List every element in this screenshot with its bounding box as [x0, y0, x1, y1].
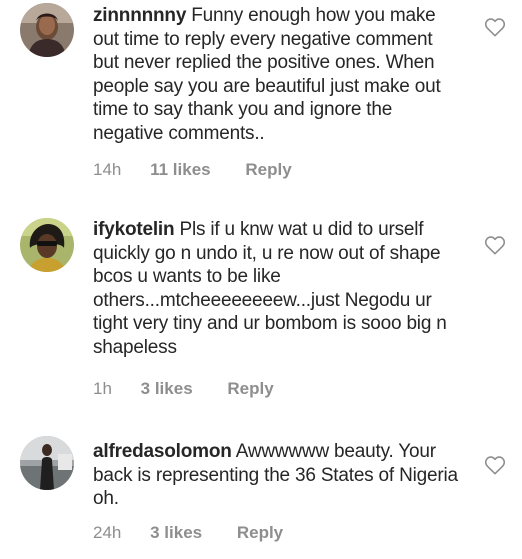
- comment-meta: 14h 11 likes Reply: [93, 160, 292, 180]
- avatar[interactable]: [20, 218, 74, 272]
- comment-time: 24h: [93, 523, 122, 542]
- avatar-image: [20, 436, 74, 490]
- comment-time: 1h: [93, 379, 112, 398]
- comment-body: alfredasolomon Awwwwww beauty. Your back…: [93, 440, 461, 511]
- reply-button[interactable]: Reply: [245, 160, 291, 180]
- comment-time: 14h: [93, 160, 122, 179]
- heart-outline-icon[interactable]: [484, 455, 506, 475]
- comment-username[interactable]: ifykotelin: [93, 219, 175, 240]
- heart-outline-icon[interactable]: [484, 235, 506, 255]
- comment-username[interactable]: alfredasolomon: [93, 441, 232, 462]
- avatar-image: [20, 218, 74, 272]
- avatar[interactable]: [20, 3, 74, 57]
- comment-meta: 1h 3 likes Reply: [93, 379, 274, 399]
- comment-likes[interactable]: 3 likes: [150, 523, 202, 543]
- avatar-image: [20, 3, 74, 57]
- comment-likes[interactable]: 3 likes: [141, 379, 193, 399]
- comment-body: ifykotelin Pls if u knw wat u did to urs…: [93, 218, 461, 359]
- reply-button[interactable]: Reply: [237, 523, 283, 543]
- reply-button[interactable]: Reply: [227, 379, 273, 399]
- comment-username[interactable]: zinnnnnny: [93, 5, 186, 26]
- comment-likes[interactable]: 11 likes: [150, 160, 211, 180]
- heart-outline-icon[interactable]: [484, 17, 506, 37]
- comment-meta: 24h 3 likes Reply: [93, 523, 283, 543]
- comment-body: zinnnnnny Funny enough how you make out …: [93, 4, 461, 145]
- avatar[interactable]: [20, 436, 74, 490]
